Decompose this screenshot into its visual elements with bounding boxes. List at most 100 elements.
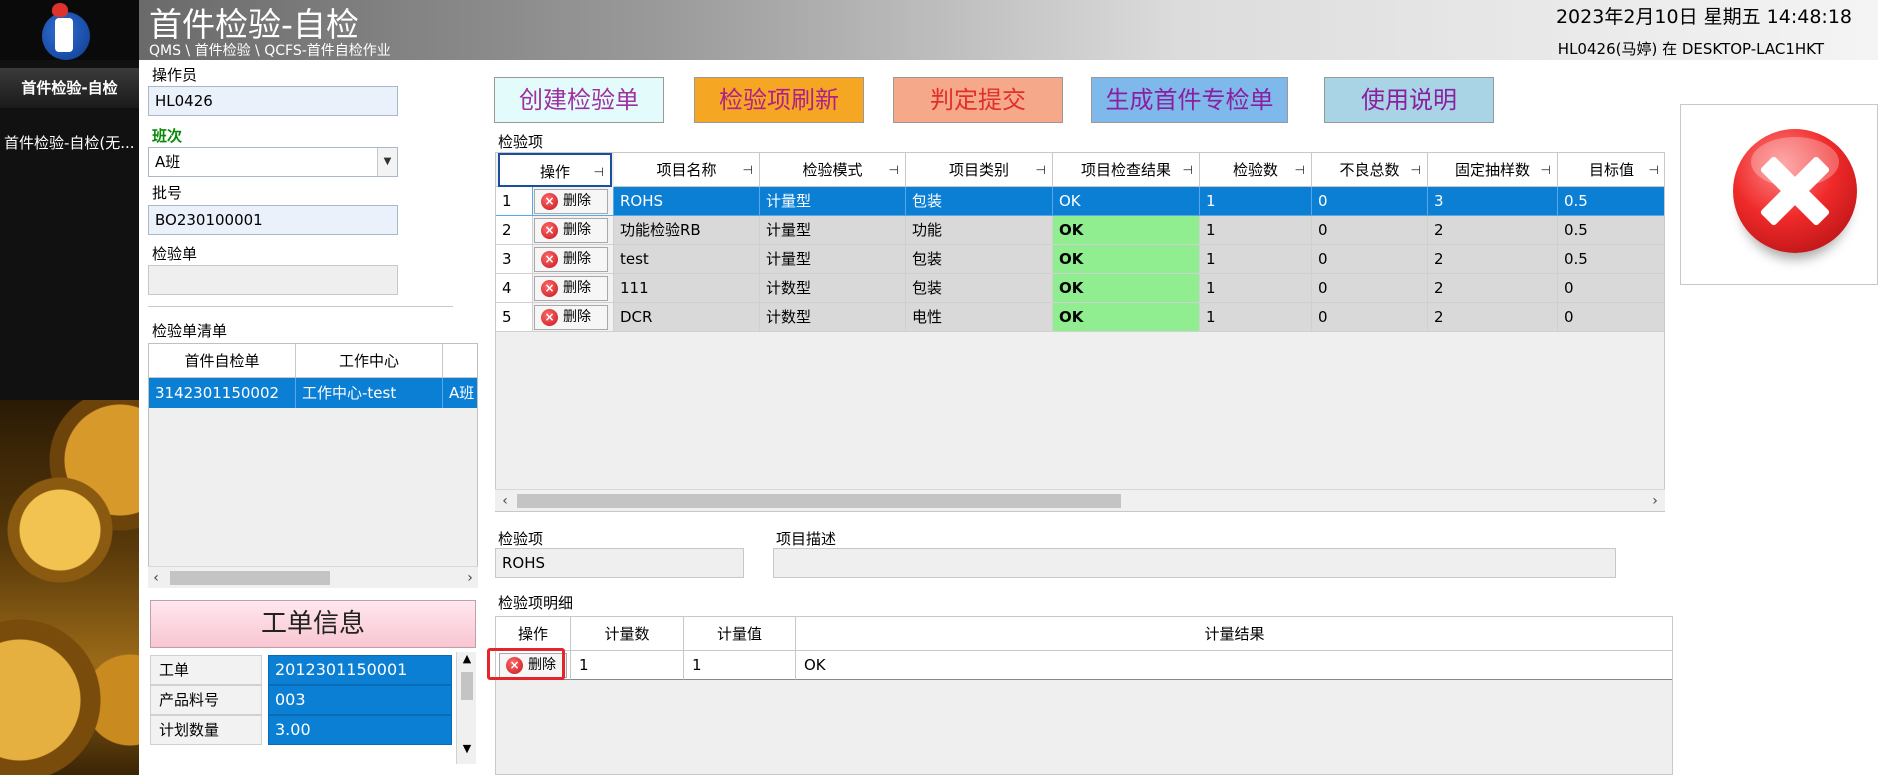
create-inspection-button[interactable]: 创建检验单	[494, 77, 664, 123]
pin-icon[interactable]: ⊣	[1649, 153, 1659, 187]
column-header-work-center[interactable]: 工作中心	[296, 344, 443, 378]
work-order-vertical-scrollbar[interactable]: ▲ ▼	[456, 652, 476, 764]
shift-select-value: A班	[155, 153, 181, 171]
table-row[interactable]: 5 × 删除 DCR 计数型 电性 OK 1 0 2 0	[496, 303, 1664, 332]
operator-field[interactable]: HL0426	[148, 86, 398, 116]
delete-row-button[interactable]: × 删除	[534, 218, 608, 243]
column-header-action[interactable]: 操作 ⊣	[498, 153, 612, 187]
column-header-result[interactable]: 项目检查结果 ⊣	[1053, 153, 1200, 187]
work-order-value[interactable]: 3.00	[268, 715, 452, 745]
user-info: HL0426(马婷) 在 DESKTOP-LAC1HKT	[1557, 40, 1824, 58]
cell-shift: A班	[443, 378, 477, 408]
scrollbar-thumb[interactable]	[170, 571, 330, 585]
work-order-value[interactable]: 2012301150001	[268, 655, 452, 685]
pin-icon[interactable]: ⊣	[1541, 153, 1551, 187]
delete-x-icon: ×	[541, 251, 558, 268]
cell-inspection-no: 3142301150002	[149, 378, 296, 408]
pin-icon[interactable]: ⊣	[1036, 153, 1046, 187]
batch-field[interactable]: BO230100001	[148, 205, 398, 235]
close-panel	[1680, 104, 1878, 285]
shift-label: 班次	[152, 127, 183, 145]
submit-judgment-button[interactable]: 判定提交	[893, 77, 1063, 123]
column-header-inspection-no[interactable]: 首件自检单	[149, 344, 296, 378]
column-header-action[interactable]: 操作	[496, 617, 571, 651]
delete-label: 删除	[563, 309, 591, 325]
column-header-measure-result[interactable]: 计量结果	[796, 617, 1672, 651]
cell-mode: 计量型	[760, 216, 906, 245]
scrollbar-thumb[interactable]	[461, 672, 473, 700]
table-row[interactable]: 1 × 删除 ROHS 计量型 包装 OK 1 0 3 0.5	[496, 187, 1664, 216]
close-icon[interactable]	[1733, 129, 1857, 253]
inspection-no-label: 检验单	[152, 245, 198, 263]
shift-select[interactable]: A班 ▼	[148, 147, 398, 177]
column-header-label: 不良总数	[1339, 161, 1400, 179]
table-row[interactable]: 2 × 删除 功能检验RB 计量型 功能 OK 1 0 2 0.5	[496, 216, 1664, 245]
delete-row-button[interactable]: × 删除	[534, 247, 608, 272]
delete-row-button[interactable]: × 删除	[534, 276, 608, 301]
column-header-defects[interactable]: 不良总数 ⊣	[1312, 153, 1428, 187]
column-header-sample[interactable]: 固定抽样数 ⊣	[1428, 153, 1558, 187]
cell-item-name: 功能检验RB	[614, 216, 760, 245]
table-row[interactable]: 3 × 删除 test 计量型 包装 OK 1 0 2 0.5	[496, 245, 1664, 274]
logo-letter-icon	[55, 18, 73, 52]
list-horizontal-scrollbar[interactable]: ‹ ›	[148, 566, 478, 588]
column-header-label: 检验模式	[802, 161, 863, 179]
inspection-list-grid: 首件自检单 工作中心 3142301150002 工作中心-test A班	[148, 343, 478, 588]
cell-result: OK	[1053, 216, 1200, 245]
scrollbar-thumb[interactable]	[517, 494, 1121, 508]
scroll-left-icon[interactable]: ‹	[497, 490, 513, 512]
scroll-right-icon[interactable]: ›	[1647, 490, 1663, 512]
generate-special-inspection-button[interactable]: 生成首件专检单	[1091, 77, 1288, 123]
cell-item-name: test	[614, 245, 760, 274]
column-header-shift[interactable]	[443, 344, 477, 378]
scroll-left-icon[interactable]: ‹	[148, 567, 164, 589]
scroll-up-icon[interactable]: ▲	[457, 652, 477, 665]
column-header-item-name[interactable]: 项目名称 ⊣	[614, 153, 760, 187]
inspection-no-field[interactable]	[148, 265, 398, 295]
column-header-label: 项目检查结果	[1080, 161, 1171, 179]
work-order-title: 工单信息	[150, 600, 476, 648]
item-description-label: 项目描述	[776, 530, 837, 548]
cell-target: 0	[1558, 274, 1664, 303]
column-header-label: 检验数	[1232, 161, 1278, 179]
table-row[interactable]: 4 × 删除 111 计数型 包装 OK 1 0 2 0	[496, 274, 1664, 303]
cell-mode: 计数型	[760, 274, 906, 303]
scroll-right-icon[interactable]: ›	[462, 567, 478, 589]
highlight-box	[487, 648, 565, 680]
cell-item-name: ROHS	[614, 187, 760, 216]
column-header-measure-value[interactable]: 计量值	[684, 617, 796, 651]
column-header-count[interactable]: 检验数 ⊣	[1200, 153, 1312, 187]
row-number: 3	[496, 245, 533, 274]
cell-measure-count: 1	[571, 651, 684, 680]
cell-target: 0.5	[1558, 245, 1664, 274]
delete-row-button[interactable]: × 删除	[534, 189, 608, 214]
item-field[interactable]: ROHS	[495, 548, 744, 578]
user-guide-button[interactable]: 使用说明	[1324, 77, 1494, 123]
column-header-category[interactable]: 项目类别 ⊣	[906, 153, 1053, 187]
sidebar: 首件检验-自检 首件检验-自检(无...	[0, 0, 139, 775]
item-label: 检验项	[498, 530, 544, 548]
detail-grid-label: 检验项明细	[498, 594, 574, 612]
work-order-value[interactable]: 003	[268, 685, 452, 715]
cell-count: 1	[1200, 216, 1312, 245]
column-header-mode[interactable]: 检验模式 ⊣	[760, 153, 906, 187]
item-description-field[interactable]	[773, 548, 1616, 578]
pin-icon[interactable]: ⊣	[1295, 153, 1305, 187]
scroll-down-icon[interactable]: ▼	[457, 742, 477, 755]
sidebar-item-self-inspection-no-order[interactable]: 首件检验-自检(无...	[0, 128, 139, 158]
refresh-items-button[interactable]: 检验项刷新	[694, 77, 864, 123]
work-order-key: 工单	[150, 655, 262, 685]
pin-icon[interactable]: ⊣	[1183, 153, 1193, 187]
column-header-measure-count[interactable]: 计量数	[571, 617, 684, 651]
column-header-target[interactable]: 目标值 ⊣	[1558, 153, 1664, 187]
cell-work-center: 工作中心-test	[296, 378, 443, 408]
sidebar-item-self-inspection[interactable]: 首件检验-自检	[0, 68, 139, 108]
pin-icon[interactable]: ⊣	[594, 155, 604, 189]
pin-icon[interactable]: ⊣	[1411, 153, 1421, 187]
pin-icon[interactable]: ⊣	[889, 153, 899, 187]
chevron-down-icon[interactable]: ▼	[377, 148, 397, 176]
items-horizontal-scrollbar[interactable]: ‹ ›	[495, 489, 1665, 511]
table-row[interactable]: 3142301150002 工作中心-test A班	[149, 378, 477, 408]
pin-icon[interactable]: ⊣	[743, 153, 753, 187]
delete-row-button[interactable]: × 删除	[534, 305, 608, 330]
